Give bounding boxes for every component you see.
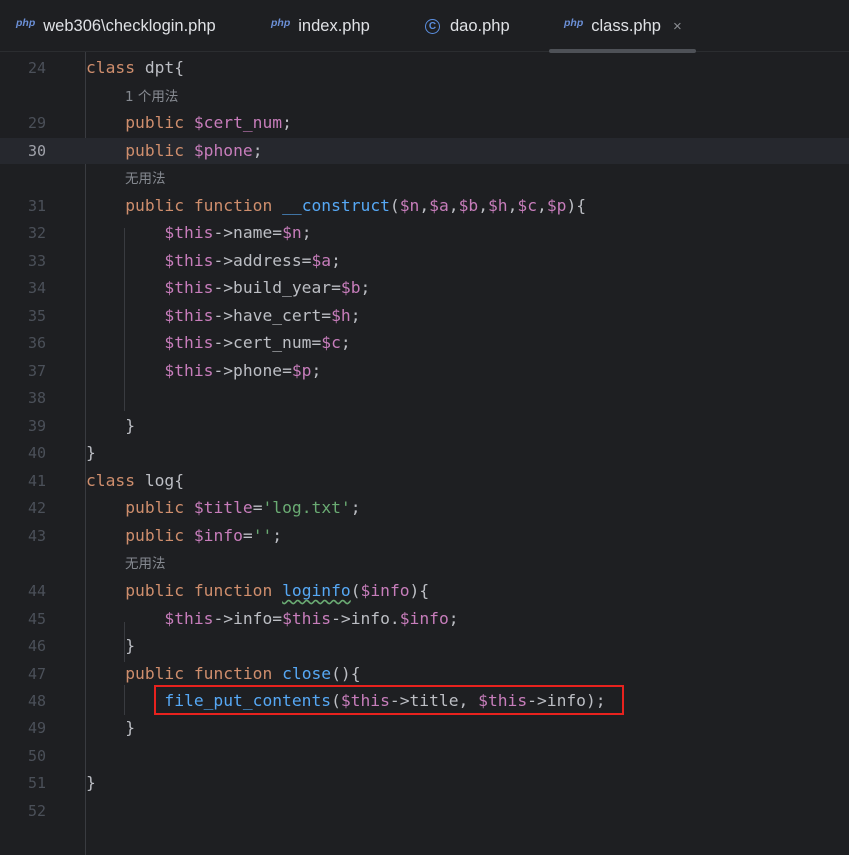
code-line[interactable]: 31 public function __construct($n,$a,$b,… xyxy=(0,193,849,219)
line-number: 45 xyxy=(27,610,46,628)
line-number: 38 xyxy=(27,389,46,407)
line-number: 48 xyxy=(27,692,46,710)
code-line[interactable]: 41 class log{ xyxy=(0,468,849,494)
code-text: $this->have_cert=$h; xyxy=(164,306,361,325)
line-number: 34 xyxy=(27,279,46,297)
code-line[interactable]: 47 public function close(){ xyxy=(0,661,849,687)
php-file-icon: php xyxy=(564,17,584,29)
code-line-current[interactable]: 30 public $phone; xyxy=(0,138,849,164)
code-text: class dpt{ xyxy=(86,58,185,77)
tab-label: web306\checklogin.php xyxy=(43,16,216,35)
line-number: 49 xyxy=(27,719,46,737)
code-text: } xyxy=(125,718,136,737)
code-line[interactable]: 39 } xyxy=(0,413,849,439)
line-number: 50 xyxy=(27,747,46,765)
tab-index-php[interactable]: php index.php xyxy=(271,0,370,52)
line-number: 33 xyxy=(27,252,46,270)
tab-web306-checklogin[interactable]: php web306\checklogin.php xyxy=(16,0,216,52)
code-text: $this->phone=$p; xyxy=(164,361,322,380)
code-text: public $info=''; xyxy=(125,526,283,545)
php-file-icon: php xyxy=(16,17,36,29)
editor-tab-bar: php web306\checklogin.php php index.php … xyxy=(0,0,849,53)
code-text: public $phone; xyxy=(125,141,263,160)
line-number: 24 xyxy=(27,59,46,77)
code-line[interactable]: 52 xyxy=(0,798,849,824)
line-number: 52 xyxy=(27,802,46,820)
line-number: 44 xyxy=(27,582,46,600)
line-number: 31 xyxy=(27,197,46,215)
tab-label: class.php xyxy=(591,16,661,35)
class-icon: C xyxy=(425,18,440,34)
code-text: $this->cert_num=$c; xyxy=(164,333,351,352)
php-file-icon: php xyxy=(271,17,291,29)
code-line[interactable]: 46 } xyxy=(0,633,849,659)
tab-label: index.php xyxy=(298,16,370,35)
code-line[interactable]: 49 } xyxy=(0,715,849,741)
tab-label: dao.php xyxy=(450,16,510,35)
line-number: 36 xyxy=(27,334,46,352)
code-text: $this->info=$this->info.$info; xyxy=(164,609,459,628)
usage-hint[interactable]: 无用法 xyxy=(125,552,166,576)
code-line[interactable]: 29 public $cert_num; xyxy=(0,110,849,136)
code-line[interactable]: 44 public function loginfo($info){ xyxy=(0,578,849,604)
code-text: } xyxy=(125,636,136,655)
line-number: 40 xyxy=(27,444,46,462)
line-number: 37 xyxy=(27,362,46,380)
code-line[interactable]: 43 public $info=''; xyxy=(0,523,849,549)
code-line[interactable]: 50 xyxy=(0,743,849,769)
line-number: 39 xyxy=(27,417,46,435)
code-line[interactable]: 24 class dpt{ xyxy=(0,55,849,81)
code-text: class log{ xyxy=(86,471,185,490)
line-number: 32 xyxy=(27,224,46,242)
line-number: 41 xyxy=(27,472,46,490)
code-text: public $title='log.txt'; xyxy=(125,498,361,517)
code-text: public $cert_num; xyxy=(125,113,292,132)
code-text: $this->build_year=$b; xyxy=(164,278,371,297)
tab-dao-php[interactable]: C dao.php xyxy=(425,0,510,52)
code-line[interactable]: 33 $this->address=$a; xyxy=(0,248,849,274)
highlight-box xyxy=(154,685,624,715)
code-text: public function __construct($n,$a,$b,$h,… xyxy=(125,196,587,215)
line-number: 46 xyxy=(27,637,46,655)
code-text: } xyxy=(125,416,136,435)
line-number: 29 xyxy=(27,114,46,132)
code-text: $this->address=$a; xyxy=(164,251,341,270)
code-line[interactable]: 37 $this->phone=$p; xyxy=(0,358,849,384)
code-line[interactable]: 36 $this->cert_num=$c; xyxy=(0,330,849,356)
code-line[interactable]: 34 $this->build_year=$b; xyxy=(0,275,849,301)
code-line[interactable]: 35 $this->have_cert=$h; xyxy=(0,303,849,329)
code-line[interactable]: 45 $this->info=$this->info.$info; xyxy=(0,606,849,632)
line-number: 30 xyxy=(27,142,46,160)
tab-class-php[interactable]: php class.php × xyxy=(549,0,696,53)
code-text: } xyxy=(86,443,96,462)
code-text: public function loginfo($info){ xyxy=(125,581,430,600)
code-line[interactable]: 38 xyxy=(0,385,849,411)
code-text: } xyxy=(86,773,96,792)
code-text: $this->name=$n; xyxy=(164,223,312,242)
code-line[interactable]: 42 public $title='log.txt'; xyxy=(0,495,849,521)
code-line[interactable]: 40} xyxy=(0,440,849,466)
usage-hint[interactable]: 无用法 xyxy=(125,167,166,191)
close-icon[interactable]: × xyxy=(673,18,682,35)
line-number: 35 xyxy=(27,307,46,325)
line-number: 47 xyxy=(27,665,46,683)
usage-hint[interactable]: 1 个用法 xyxy=(125,85,178,109)
code-line[interactable]: 32 $this->name=$n; xyxy=(0,220,849,246)
code-editor[interactable]: 24 class dpt{1 个用法 29 public $cert_num; 30 … xyxy=(0,52,849,855)
code-text: public function close(){ xyxy=(125,664,361,683)
line-number: 43 xyxy=(27,527,46,545)
code-line[interactable]: 51} xyxy=(0,770,849,796)
line-number: 42 xyxy=(27,499,46,517)
line-number: 51 xyxy=(27,774,46,792)
